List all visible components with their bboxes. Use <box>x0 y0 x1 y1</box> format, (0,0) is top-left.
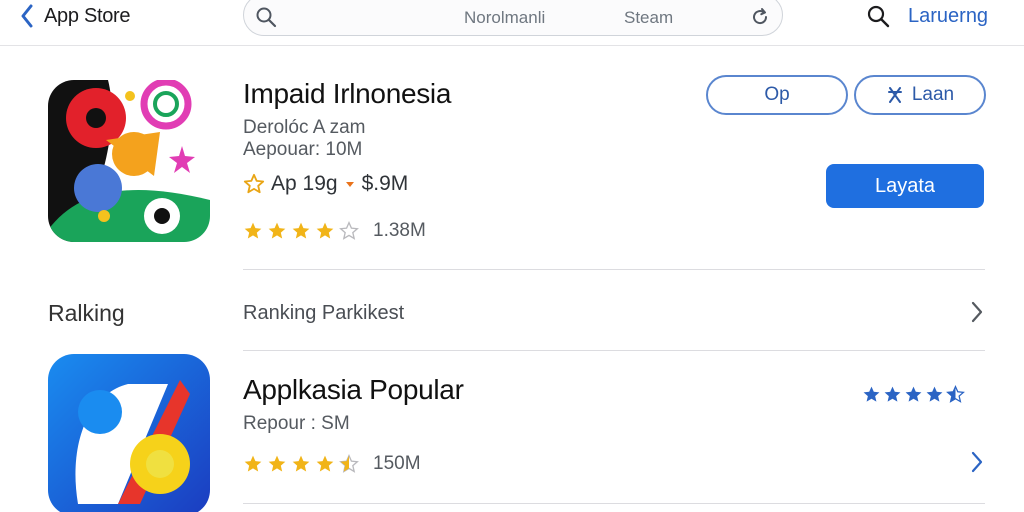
divider <box>243 503 985 504</box>
star-filled-icon <box>905 386 922 402</box>
open-button-label: Op <box>764 84 790 105</box>
rating-count: 150M <box>373 453 421 474</box>
app-artwork-icon <box>48 354 210 512</box>
app-meta-size: $.9M <box>361 172 409 195</box>
primary-action-button[interactable]: Layata <box>826 164 984 208</box>
app-meta-row: Ap 19g $.9M <box>243 172 408 196</box>
primary-button-label: Layata <box>874 174 936 197</box>
star-filled-icon <box>244 455 262 472</box>
star-filled-icon <box>926 386 943 402</box>
star-filled-icon <box>863 386 880 402</box>
chevron-right-icon[interactable] <box>970 451 984 473</box>
search-icon <box>256 7 277 28</box>
caret-down-icon <box>345 182 354 187</box>
search-secondary-text: Steam <box>624 8 674 27</box>
back-label: App Store <box>44 4 131 27</box>
share-button[interactable]: Laan <box>854 75 986 115</box>
star-filled-icon <box>292 222 310 239</box>
search-icon[interactable] <box>866 4 890 28</box>
app-subline: Repour : SM <box>243 413 350 434</box>
star-filled-icon <box>316 222 334 239</box>
section-link[interactable]: Ranking Parkikest <box>243 302 404 325</box>
app-developer: Derolóc A zam <box>243 117 366 138</box>
star-filled-icon <box>268 222 286 239</box>
star-filled-icon <box>292 455 310 472</box>
open-button[interactable]: Op <box>706 75 848 115</box>
star-filled-icon <box>884 386 901 402</box>
star-filled-icon <box>268 455 286 472</box>
app-meta-text: Ap 19g <box>271 172 338 195</box>
app-popularity: Aepouar: 10M <box>243 139 363 160</box>
top-bar: App Store Norolmanli Steam Laruerng <box>0 0 1024 46</box>
app-artwork-icon <box>48 80 210 242</box>
reload-icon[interactable] <box>749 6 771 28</box>
section-label: Ralking <box>48 300 125 326</box>
app-title[interactable]: Impaid Irlnonesia <box>243 78 451 110</box>
share-button-label: Laan <box>911 84 955 105</box>
divider <box>243 350 985 351</box>
star-half-icon <box>946 385 965 403</box>
back-button[interactable]: App Store <box>20 3 131 29</box>
search-bar[interactable]: Norolmanli Steam <box>243 0 783 36</box>
app-icon-featured[interactable] <box>48 80 210 242</box>
star-filled-icon <box>316 455 334 472</box>
divider <box>243 269 985 270</box>
language-link[interactable]: Laruerng <box>908 5 988 28</box>
chevron-left-icon <box>21 4 33 28</box>
app-title[interactable]: Applkasia Popular <box>243 374 464 406</box>
search-input-text[interactable]: Norolmanli <box>464 8 545 28</box>
star-outline-icon <box>339 221 359 240</box>
blue-rating-stars <box>862 385 965 404</box>
app-icon-popular[interactable] <box>48 354 210 512</box>
chevron-right-icon[interactable] <box>970 301 984 323</box>
star-filled-icon <box>244 222 262 239</box>
rating-count: 1.38M <box>373 220 426 241</box>
star-half-icon <box>339 454 359 473</box>
rating-stars: 150M <box>243 453 421 475</box>
rating-stars: 1.38M <box>243 220 426 242</box>
share-icon <box>887 87 902 103</box>
star-outline-icon <box>243 173 265 194</box>
